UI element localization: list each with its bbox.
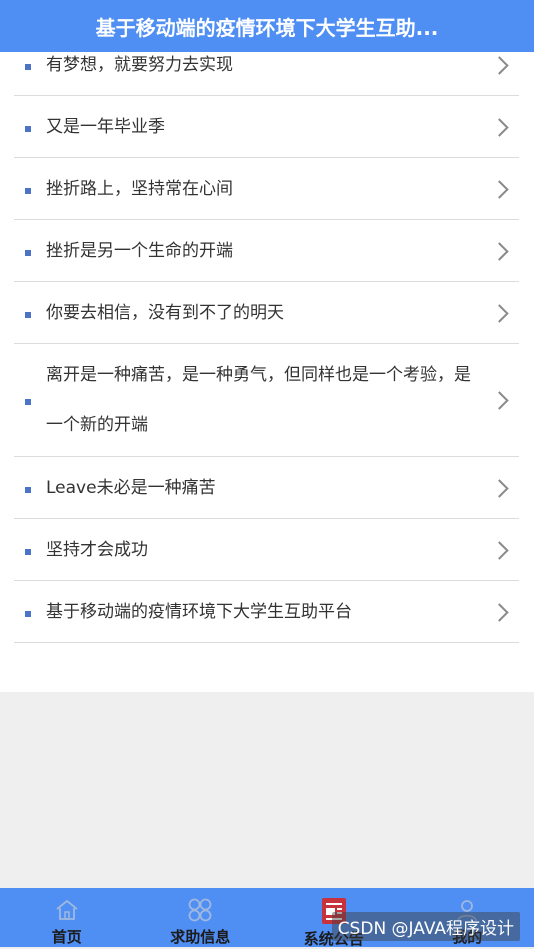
list-item-text: 有梦想，就要努力去实现 xyxy=(46,52,233,79)
bullet-icon xyxy=(25,126,31,132)
watermark: CSDN @JAVA程序设计 xyxy=(332,912,520,941)
chevron-right-icon xyxy=(490,304,508,322)
announcement-list: 有梦想，就要努力去实现 又是一年毕业季 挫折路上，坚持常在心间 挫折是另一个生命… xyxy=(14,52,519,643)
list-item[interactable]: 你要去相信，没有到不了的明天 xyxy=(14,282,519,344)
list-item[interactable]: 又是一年毕业季 xyxy=(14,96,519,158)
chevron-right-icon xyxy=(490,118,508,136)
chevron-right-icon xyxy=(490,541,508,559)
list-item-text: 基于移动端的疫情环境下大学生互助平台 xyxy=(46,598,352,626)
list-item-text: Leave未必是一种痛苦 xyxy=(46,474,216,502)
tab-help-info[interactable]: 求助信息 xyxy=(134,888,268,947)
list-item[interactable]: 挫折路上，坚持常在心间 xyxy=(14,158,519,220)
header-bar: 基于移动端的疫情环境下大学生互助... xyxy=(0,0,534,52)
tab-label: 首页 xyxy=(52,926,82,947)
list-item[interactable]: Leave未必是一种痛苦 xyxy=(14,457,519,519)
page-title: 基于移动端的疫情环境下大学生互助... xyxy=(96,12,439,41)
list-item-text: 挫折是另一个生命的开端 xyxy=(46,237,233,265)
bullet-icon xyxy=(25,399,31,405)
bullet-icon xyxy=(25,549,31,555)
chevron-right-icon xyxy=(490,603,508,621)
list-item[interactable]: 离开是一种痛苦，是一种勇气，但同样也是一个考验，是一个新的开端 xyxy=(14,344,519,457)
chevron-right-icon xyxy=(490,180,508,198)
tab-home[interactable]: 首页 xyxy=(0,888,134,947)
bullet-icon xyxy=(25,188,31,194)
list-item[interactable]: 基于移动端的疫情环境下大学生互助平台 xyxy=(14,581,519,643)
tab-label: 求助信息 xyxy=(170,926,230,947)
chevron-right-icon xyxy=(490,391,508,409)
grid-clover-icon xyxy=(185,896,215,924)
list-item-text: 挫折路上，坚持常在心间 xyxy=(46,175,233,203)
chevron-right-icon xyxy=(490,479,508,497)
bullet-icon xyxy=(25,312,31,318)
list-item[interactable]: 挫折是另一个生命的开端 xyxy=(14,220,519,282)
chevron-right-icon xyxy=(490,242,508,260)
bullet-icon xyxy=(25,64,31,70)
content-area: 有梦想，就要努力去实现 又是一年毕业季 挫折路上，坚持常在心间 挫折是另一个生命… xyxy=(0,52,534,692)
list-item[interactable]: 有梦想，就要努力去实现 xyxy=(14,52,519,96)
bullet-icon xyxy=(25,611,31,617)
list-item-text: 又是一年毕业季 xyxy=(46,113,165,141)
list-item-text: 离开是一种痛苦，是一种勇气，但同样也是一个考验，是一个新的开端 xyxy=(46,350,473,450)
list-item-text: 你要去相信，没有到不了的明天 xyxy=(46,299,284,327)
list-item-text: 坚持才会成功 xyxy=(46,536,148,564)
list-item[interactable]: 坚持才会成功 xyxy=(14,519,519,581)
bullet-icon xyxy=(25,487,31,493)
chevron-right-icon xyxy=(490,56,508,74)
bullet-icon xyxy=(25,250,31,256)
home-icon xyxy=(52,896,82,924)
